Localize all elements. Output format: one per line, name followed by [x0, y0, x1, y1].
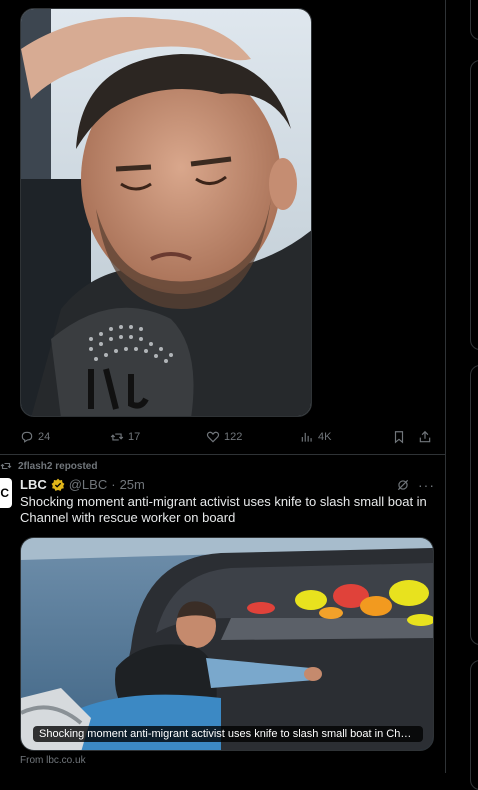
avatar[interactable]: C — [0, 478, 12, 508]
views-button[interactable]: 4K — [300, 428, 331, 446]
right-rail-card — [470, 0, 478, 40]
share-icon — [419, 430, 431, 443]
views-count: 4K — [318, 431, 332, 443]
like-icon — [206, 431, 220, 443]
card-caption: Shocking moment anti-migrant activist us… — [33, 726, 423, 742]
link-card-video[interactable]: Shocking moment anti-migrant activist us… — [20, 537, 434, 751]
repost-button[interactable]: 17 — [110, 428, 140, 446]
repost-count: 17 — [128, 431, 141, 443]
video-thumbnail-boat — [21, 538, 433, 750]
tweet-divider — [0, 454, 446, 455]
separator-dot: · — [111, 477, 116, 492]
right-rail-card — [470, 660, 478, 790]
share-button[interactable] — [418, 428, 432, 446]
like-button[interactable]: 122 — [206, 428, 242, 446]
bookmark-button[interactable] — [392, 428, 406, 446]
tweet-media-photo[interactable] — [20, 8, 312, 417]
like-count: 122 — [224, 431, 243, 443]
social-context[interactable]: 2flash2 reposted — [0, 460, 97, 472]
reply-button[interactable]: 24 — [20, 428, 50, 446]
right-rail-card — [470, 365, 478, 645]
timeline: 24 17 122 4K 2flash2 reposted C LBC @LBC… — [0, 0, 446, 773]
tweet-actions: 24 17 122 4K — [18, 428, 436, 446]
bookmark-icon — [394, 431, 404, 444]
repost-icon — [0, 462, 12, 470]
reply-count: 24 — [38, 431, 51, 443]
reply-icon — [21, 431, 33, 443]
grok-icon[interactable] — [396, 478, 410, 492]
reposted-by-label: 2flash2 reposted — [18, 460, 98, 472]
author-name[interactable]: LBC — [20, 477, 47, 492]
more-icon[interactable]: ··· — [418, 478, 435, 492]
tweet-text: Shocking moment anti-migrant activist us… — [20, 494, 427, 525]
tweet-header: LBC @LBC · 25m — [20, 477, 145, 492]
author-handle[interactable]: @LBC — [69, 477, 108, 492]
views-icon — [301, 432, 312, 442]
right-rail-card — [470, 60, 478, 350]
verified-badge-icon — [51, 478, 65, 491]
card-source-link[interactable]: From lbc.co.uk — [20, 755, 86, 766]
photo-man-on-boat — [21, 9, 311, 416]
repost-icon — [110, 433, 124, 441]
avatar-text: C — [0, 486, 9, 500]
tweet-timestamp[interactable]: 25m — [120, 477, 145, 492]
